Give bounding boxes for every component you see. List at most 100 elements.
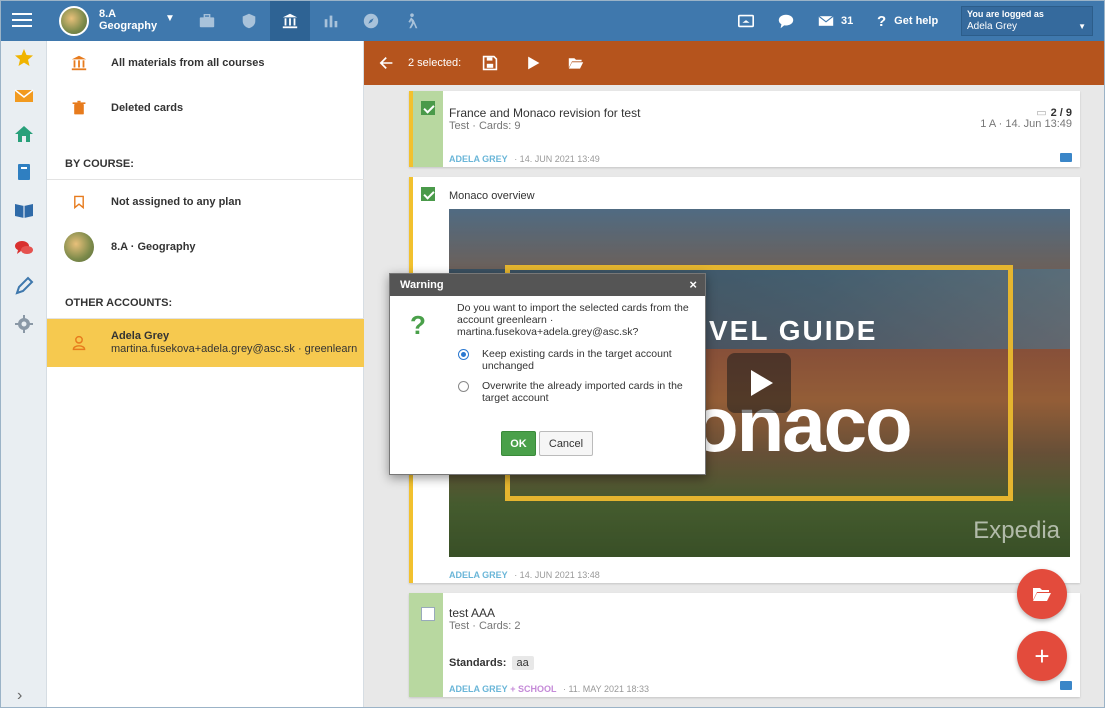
radio-keep[interactable] <box>458 349 469 360</box>
card-checkbox[interactable] <box>421 187 435 201</box>
selected-count: 2 selected: <box>408 57 462 69</box>
dialog-message: Do you want to import the selected cards… <box>457 302 689 338</box>
card-subtitle: Test · Cards: 2 <box>449 620 521 632</box>
chat-icon[interactable] <box>777 1 795 41</box>
mail-icon[interactable] <box>13 85 35 107</box>
back-arrow-icon[interactable] <box>378 41 394 85</box>
dialog-header: Warning × <box>390 274 705 296</box>
folder-open-icon <box>1033 588 1051 601</box>
compass-icon[interactable] <box>351 1 391 41</box>
bar-chart-icon[interactable] <box>311 1 351 41</box>
course-avatar <box>59 6 89 36</box>
card-title: Monaco overview <box>449 190 535 202</box>
card-date: · 14. JUN 2021 13:48 <box>514 570 600 580</box>
video-title-monaco: onaco <box>691 380 913 468</box>
top-bar: 8.A Geography ▼ 31 ? Get help You are lo… <box>1 1 1104 41</box>
account-dropdown[interactable]: You are logged as Adela Grey ▼ <box>961 6 1093 36</box>
card-author: ADELA GREY <box>449 154 508 164</box>
logged-in-user: Adela Grey <box>967 21 1018 32</box>
folder-icon[interactable] <box>1060 681 1072 690</box>
card-date: · 11. MAY 2021 18:33 <box>562 684 650 694</box>
card-school: + SCHOOL <box>510 684 557 694</box>
other-accounts-heading: OTHER ACCOUNTS: <box>65 297 173 309</box>
selection-action-bar: 2 selected: <box>364 41 1104 85</box>
institution-icon <box>47 54 111 72</box>
pen-icon[interactable] <box>13 275 35 297</box>
course-item[interactable]: 8.A · Geography <box>47 225 364 269</box>
plus-icon: + <box>1034 640 1050 671</box>
messages-count: 31 <box>841 15 854 27</box>
warning-dialog: Warning × ? Do you want to import the se… <box>389 273 706 475</box>
not-assigned-item[interactable]: Not assigned to any plan <box>47 180 364 224</box>
shield-icon[interactable] <box>229 1 269 41</box>
left-rail: › <box>1 41 47 707</box>
cast-icon[interactable] <box>737 1 755 41</box>
folder-icon[interactable] <box>1060 153 1072 162</box>
card-france-monaco[interactable]: France and Monaco revision for test Test… <box>409 91 1080 167</box>
app-window: 8.A Geography ▼ 31 ? Get help You are lo… <box>0 0 1105 708</box>
close-icon[interactable]: × <box>689 277 697 292</box>
card-subtitle: Test · Cards: 9 <box>449 120 521 132</box>
caret-down-icon: ▼ <box>1078 22 1086 31</box>
card-footer: ADELA GREY · 14. JUN 2021 13:48 <box>449 570 600 580</box>
logged-in-label: You are logged as <box>967 9 1044 19</box>
folder-open-icon[interactable] <box>567 41 585 85</box>
card-date: · 14. JUN 2021 13:49 <box>514 154 600 164</box>
card-checkbox[interactable] <box>421 607 435 621</box>
open-book-icon[interactable] <box>13 199 35 221</box>
trash-icon <box>47 100 111 116</box>
user-icon <box>47 335 111 351</box>
option-keep-label: Keep existing cards in the target accoun… <box>482 348 672 372</box>
help-button[interactable]: ? Get help <box>877 1 938 41</box>
card-footer: ADELA GREY · 14. JUN 2021 13:49 <box>449 154 600 164</box>
envelope-icon <box>818 15 834 26</box>
gear-icon[interactable] <box>13 313 35 335</box>
institution-icon[interactable] <box>270 1 310 41</box>
radio-overwrite[interactable] <box>458 381 469 392</box>
bookmark-icon <box>47 194 111 210</box>
card-title: test AAA <box>449 606 496 620</box>
cancel-button[interactable]: Cancel <box>539 431 593 456</box>
account-detail: martina.fusekova+adela.grey@asc.sk · gre… <box>111 343 358 355</box>
card-footer: ADELA GREY + SCHOOL · 11. MAY 2021 18:33 <box>449 684 649 694</box>
by-course-heading: BY COURSE: <box>65 158 134 170</box>
add-fab[interactable]: + <box>1017 631 1067 681</box>
hiking-icon[interactable] <box>392 1 432 41</box>
expand-chevron-icon[interactable]: › <box>17 687 22 705</box>
book-icon[interactable] <box>13 161 35 183</box>
course-switcher[interactable]: 8.A Geography ▼ <box>57 5 183 37</box>
video-play-button[interactable] <box>727 353 791 413</box>
help-label: Get help <box>894 15 939 27</box>
home-icon[interactable] <box>13 123 35 145</box>
course-class: 8.A <box>99 8 117 20</box>
play-icon[interactable] <box>525 41 541 85</box>
messages-button[interactable]: 31 <box>817 1 853 41</box>
dialog-title: Warning <box>400 279 444 291</box>
ok-button[interactable]: OK <box>501 431 536 456</box>
card-test-aaa[interactable]: test AAA Test · Cards: 2 Standards: aa A… <box>409 593 1080 697</box>
all-materials-item[interactable]: All materials from all courses <box>47 41 364 85</box>
discussion-icon[interactable] <box>13 237 35 259</box>
account-name: Adela Grey <box>111 330 170 342</box>
standard-badge: aa <box>511 656 534 670</box>
account-item-adela-grey[interactable]: Adela Grey martina.fusekova+adela.grey@a… <box>47 319 364 367</box>
question-icon: ? <box>410 310 426 340</box>
card-meta: 1 A · 14. Jun 13:49 <box>980 118 1072 130</box>
video-title-guide: VEL GUIDE <box>709 315 878 346</box>
briefcase-icon[interactable] <box>187 1 227 41</box>
question-icon: ? <box>877 12 887 30</box>
card-checkbox[interactable] <box>421 101 435 115</box>
video-brand: Expedia <box>973 517 1060 544</box>
card-author: ADELA GREY <box>449 570 508 580</box>
card-standards: Standards: aa <box>449 656 534 670</box>
card-title: France and Monaco revision for test <box>449 106 641 120</box>
save-icon[interactable] <box>482 41 498 85</box>
course-subject: Geography <box>99 20 158 32</box>
card-author: ADELA GREY <box>449 684 508 694</box>
open-folder-fab[interactable] <box>1017 569 1067 619</box>
option-overwrite-label: Overwrite the already imported cards in … <box>482 380 683 404</box>
star-icon[interactable] <box>13 47 35 69</box>
caret-down-icon: ▼ <box>165 13 175 24</box>
deleted-cards-item[interactable]: Deleted cards <box>47 86 364 130</box>
menu-icon[interactable] <box>9 9 35 33</box>
